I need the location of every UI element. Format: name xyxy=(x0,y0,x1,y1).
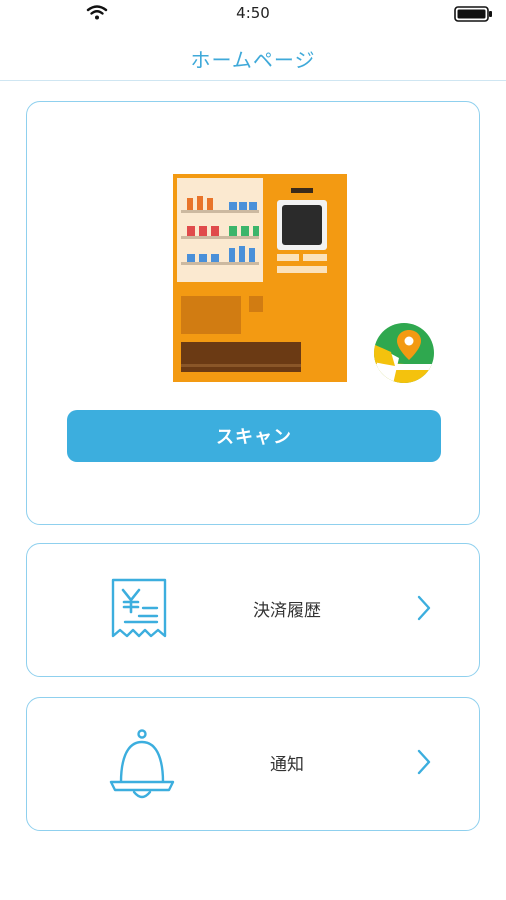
scan-card: スキャン xyxy=(26,101,480,525)
status-bar: 4:50 xyxy=(0,0,506,28)
chevron-right-icon xyxy=(415,748,433,780)
bell-icon xyxy=(107,728,177,806)
receipt-yen-icon xyxy=(107,574,171,648)
vending-machine-illustration xyxy=(173,174,349,388)
map-pin-icon xyxy=(373,322,435,388)
battery-icon xyxy=(454,6,494,26)
nav-bar: ホームページ xyxy=(0,28,506,81)
page-title: ホームページ xyxy=(190,48,316,72)
notifications-item[interactable]: 通知 xyxy=(26,697,480,831)
status-time: 4:50 xyxy=(236,4,270,22)
scan-button[interactable]: スキャン xyxy=(67,410,441,462)
payment-history-item[interactable]: 決済履歴 xyxy=(26,543,480,677)
payment-history-label: 決済履歴 xyxy=(253,601,321,621)
notifications-label: 通知 xyxy=(270,755,304,775)
chevron-right-icon xyxy=(415,594,433,626)
